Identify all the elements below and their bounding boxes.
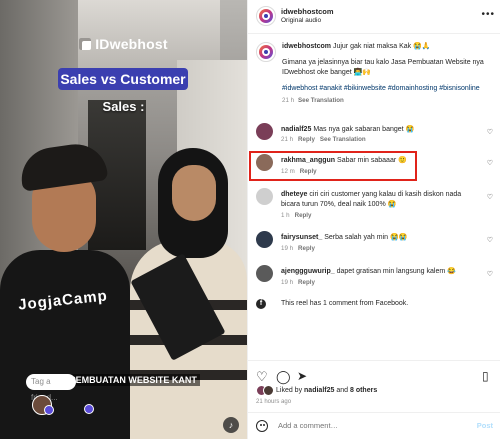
share-icon[interactable]: ➤ bbox=[297, 370, 307, 383]
mute-icon[interactable]: ♪ bbox=[223, 417, 239, 433]
reel-video[interactable]: IDwebhost Sales vs Customer Sales : Jogj… bbox=[0, 0, 247, 439]
comment-meta: 1 h Reply bbox=[281, 212, 311, 219]
comment-body: ciri ciri customer yang kalau di kasih d… bbox=[281, 191, 462, 208]
idwebhost-logo-icon bbox=[79, 38, 92, 50]
like-comment-heart-icon[interactable]: ♡ bbox=[487, 128, 493, 136]
more-options-icon[interactable]: ••• bbox=[481, 9, 495, 20]
reply-button[interactable]: Reply bbox=[295, 212, 312, 219]
comment-icon[interactable]: ◯ bbox=[276, 370, 291, 383]
see-translation-link[interactable]: See Translation bbox=[298, 97, 344, 104]
like-comment-heart-icon[interactable]: ♡ bbox=[487, 193, 493, 201]
post-caption: idwebhostcom Jujur gak niat maksa Kak 😭🙏… bbox=[282, 42, 492, 105]
comment-username[interactable]: ajenggguwurip_ bbox=[281, 268, 335, 275]
like-heart-icon[interactable]: ♡ bbox=[256, 370, 268, 383]
commenter-avatar[interactable] bbox=[256, 231, 273, 248]
caption-avatar[interactable] bbox=[256, 42, 276, 62]
post-panel: idwebhostcom Original audio ••• idwebhos… bbox=[247, 0, 500, 439]
tag-badge-icon bbox=[44, 405, 54, 415]
caption-time: 21 h bbox=[282, 96, 295, 104]
commenter-avatar[interactable] bbox=[256, 265, 273, 282]
audio-link[interactable]: Original audio bbox=[281, 17, 321, 24]
likes-others-link[interactable]: 8 others bbox=[350, 387, 377, 394]
video-brand-text: IDwebhost bbox=[95, 36, 168, 52]
like-comment-heart-icon[interactable]: ♡ bbox=[487, 236, 493, 244]
tag-badge-icon[interactable] bbox=[84, 404, 94, 414]
comment-text: dheteye ciri ciri customer yang kalau di… bbox=[281, 190, 469, 210]
tag-friend-input[interactable]: Tag a friend... bbox=[26, 374, 76, 402]
account-username[interactable]: idwebhostcom bbox=[281, 7, 334, 16]
facebook-note-text: This reel has 1 comment from Facebook. bbox=[281, 300, 409, 307]
comment-username[interactable]: dheteye bbox=[281, 191, 307, 198]
likes-prefix: Liked by bbox=[276, 387, 303, 394]
likes-conjunction: and bbox=[336, 387, 349, 394]
account-avatar[interactable] bbox=[256, 6, 276, 26]
comment-time: 1 h bbox=[281, 212, 290, 219]
comment-text: nadialf25 Mas nya gak sabaran banget 😭 bbox=[281, 125, 481, 135]
add-comment-bar: Post bbox=[248, 412, 500, 439]
comment-username[interactable]: nadialf25 bbox=[281, 126, 311, 133]
comment-body: dapet gratisan min langsung kalem 😂 bbox=[336, 268, 456, 275]
caption-hashtags[interactable]: #idwebhost #anakit #bikinwebsite #domain… bbox=[282, 84, 492, 93]
comment-meta: 19 h Reply bbox=[281, 279, 315, 286]
caption-text: Jujur gak niat maksa Kak 😭🙏 bbox=[332, 43, 431, 50]
comment-body: Serba salah yah min 😭😭 bbox=[324, 234, 408, 241]
commenter-avatar[interactable] bbox=[256, 123, 273, 140]
person-sales bbox=[0, 250, 130, 439]
comment-time: 21 h bbox=[281, 136, 294, 143]
video-speaker-label: Sales : bbox=[102, 99, 145, 114]
video-brand-logo: IDwebhost bbox=[0, 36, 247, 52]
comment-username[interactable]: fairysunset_ bbox=[281, 234, 322, 241]
commenter-avatar[interactable] bbox=[256, 188, 273, 205]
likes-text: Liked by nadialf25 and 8 others bbox=[276, 387, 377, 394]
reply-button[interactable]: Reply bbox=[298, 279, 315, 286]
comment-text: ajenggguwurip_ dapet gratisan min langsu… bbox=[281, 267, 481, 277]
add-comment-input[interactable] bbox=[278, 421, 448, 430]
liker-username[interactable]: nadialf25 bbox=[304, 387, 334, 394]
post-timestamp[interactable]: 21 hours ago bbox=[256, 399, 291, 405]
reply-button[interactable]: Reply bbox=[298, 245, 315, 252]
liker-avatar[interactable] bbox=[263, 385, 274, 396]
video-title: Sales vs Customer bbox=[58, 68, 188, 90]
comment-body: Mas nya gak sabaran banget 😭 bbox=[313, 126, 415, 133]
caption-username[interactable]: idwebhostcom bbox=[282, 43, 331, 50]
comment-time: 19 h bbox=[281, 245, 294, 252]
comment-meta: 19 h Reply bbox=[281, 245, 315, 252]
person-customer-face bbox=[172, 165, 216, 221]
facebook-icon: f bbox=[256, 299, 266, 309]
reply-button[interactable]: Reply bbox=[298, 136, 315, 143]
post-header: idwebhostcom Original audio ••• bbox=[248, 0, 500, 34]
caption-meta: 21 h See Translation bbox=[282, 97, 492, 105]
comment-time: 19 h bbox=[281, 279, 294, 286]
comment-text: fairysunset_ Serba salah yah min 😭😭 bbox=[281, 233, 481, 243]
comment-meta: 21 h Reply See Translation bbox=[281, 136, 366, 143]
see-translation-link[interactable]: See Translation bbox=[320, 136, 366, 143]
like-comment-heart-icon[interactable]: ♡ bbox=[487, 270, 493, 278]
caption-body: Gimana ya jelasinnya biar tau kalo Jasa … bbox=[282, 59, 484, 76]
highlighted-comment-box bbox=[249, 151, 417, 181]
save-bookmark-icon[interactable]: ▯ bbox=[482, 370, 489, 383]
video-subtitle: A PEMBUATAN WEBSITE KANT bbox=[58, 374, 200, 386]
like-comment-heart-icon[interactable]: ♡ bbox=[487, 159, 493, 167]
emoji-icon[interactable] bbox=[256, 420, 268, 432]
post-comment-button[interactable]: Post bbox=[477, 421, 493, 430]
